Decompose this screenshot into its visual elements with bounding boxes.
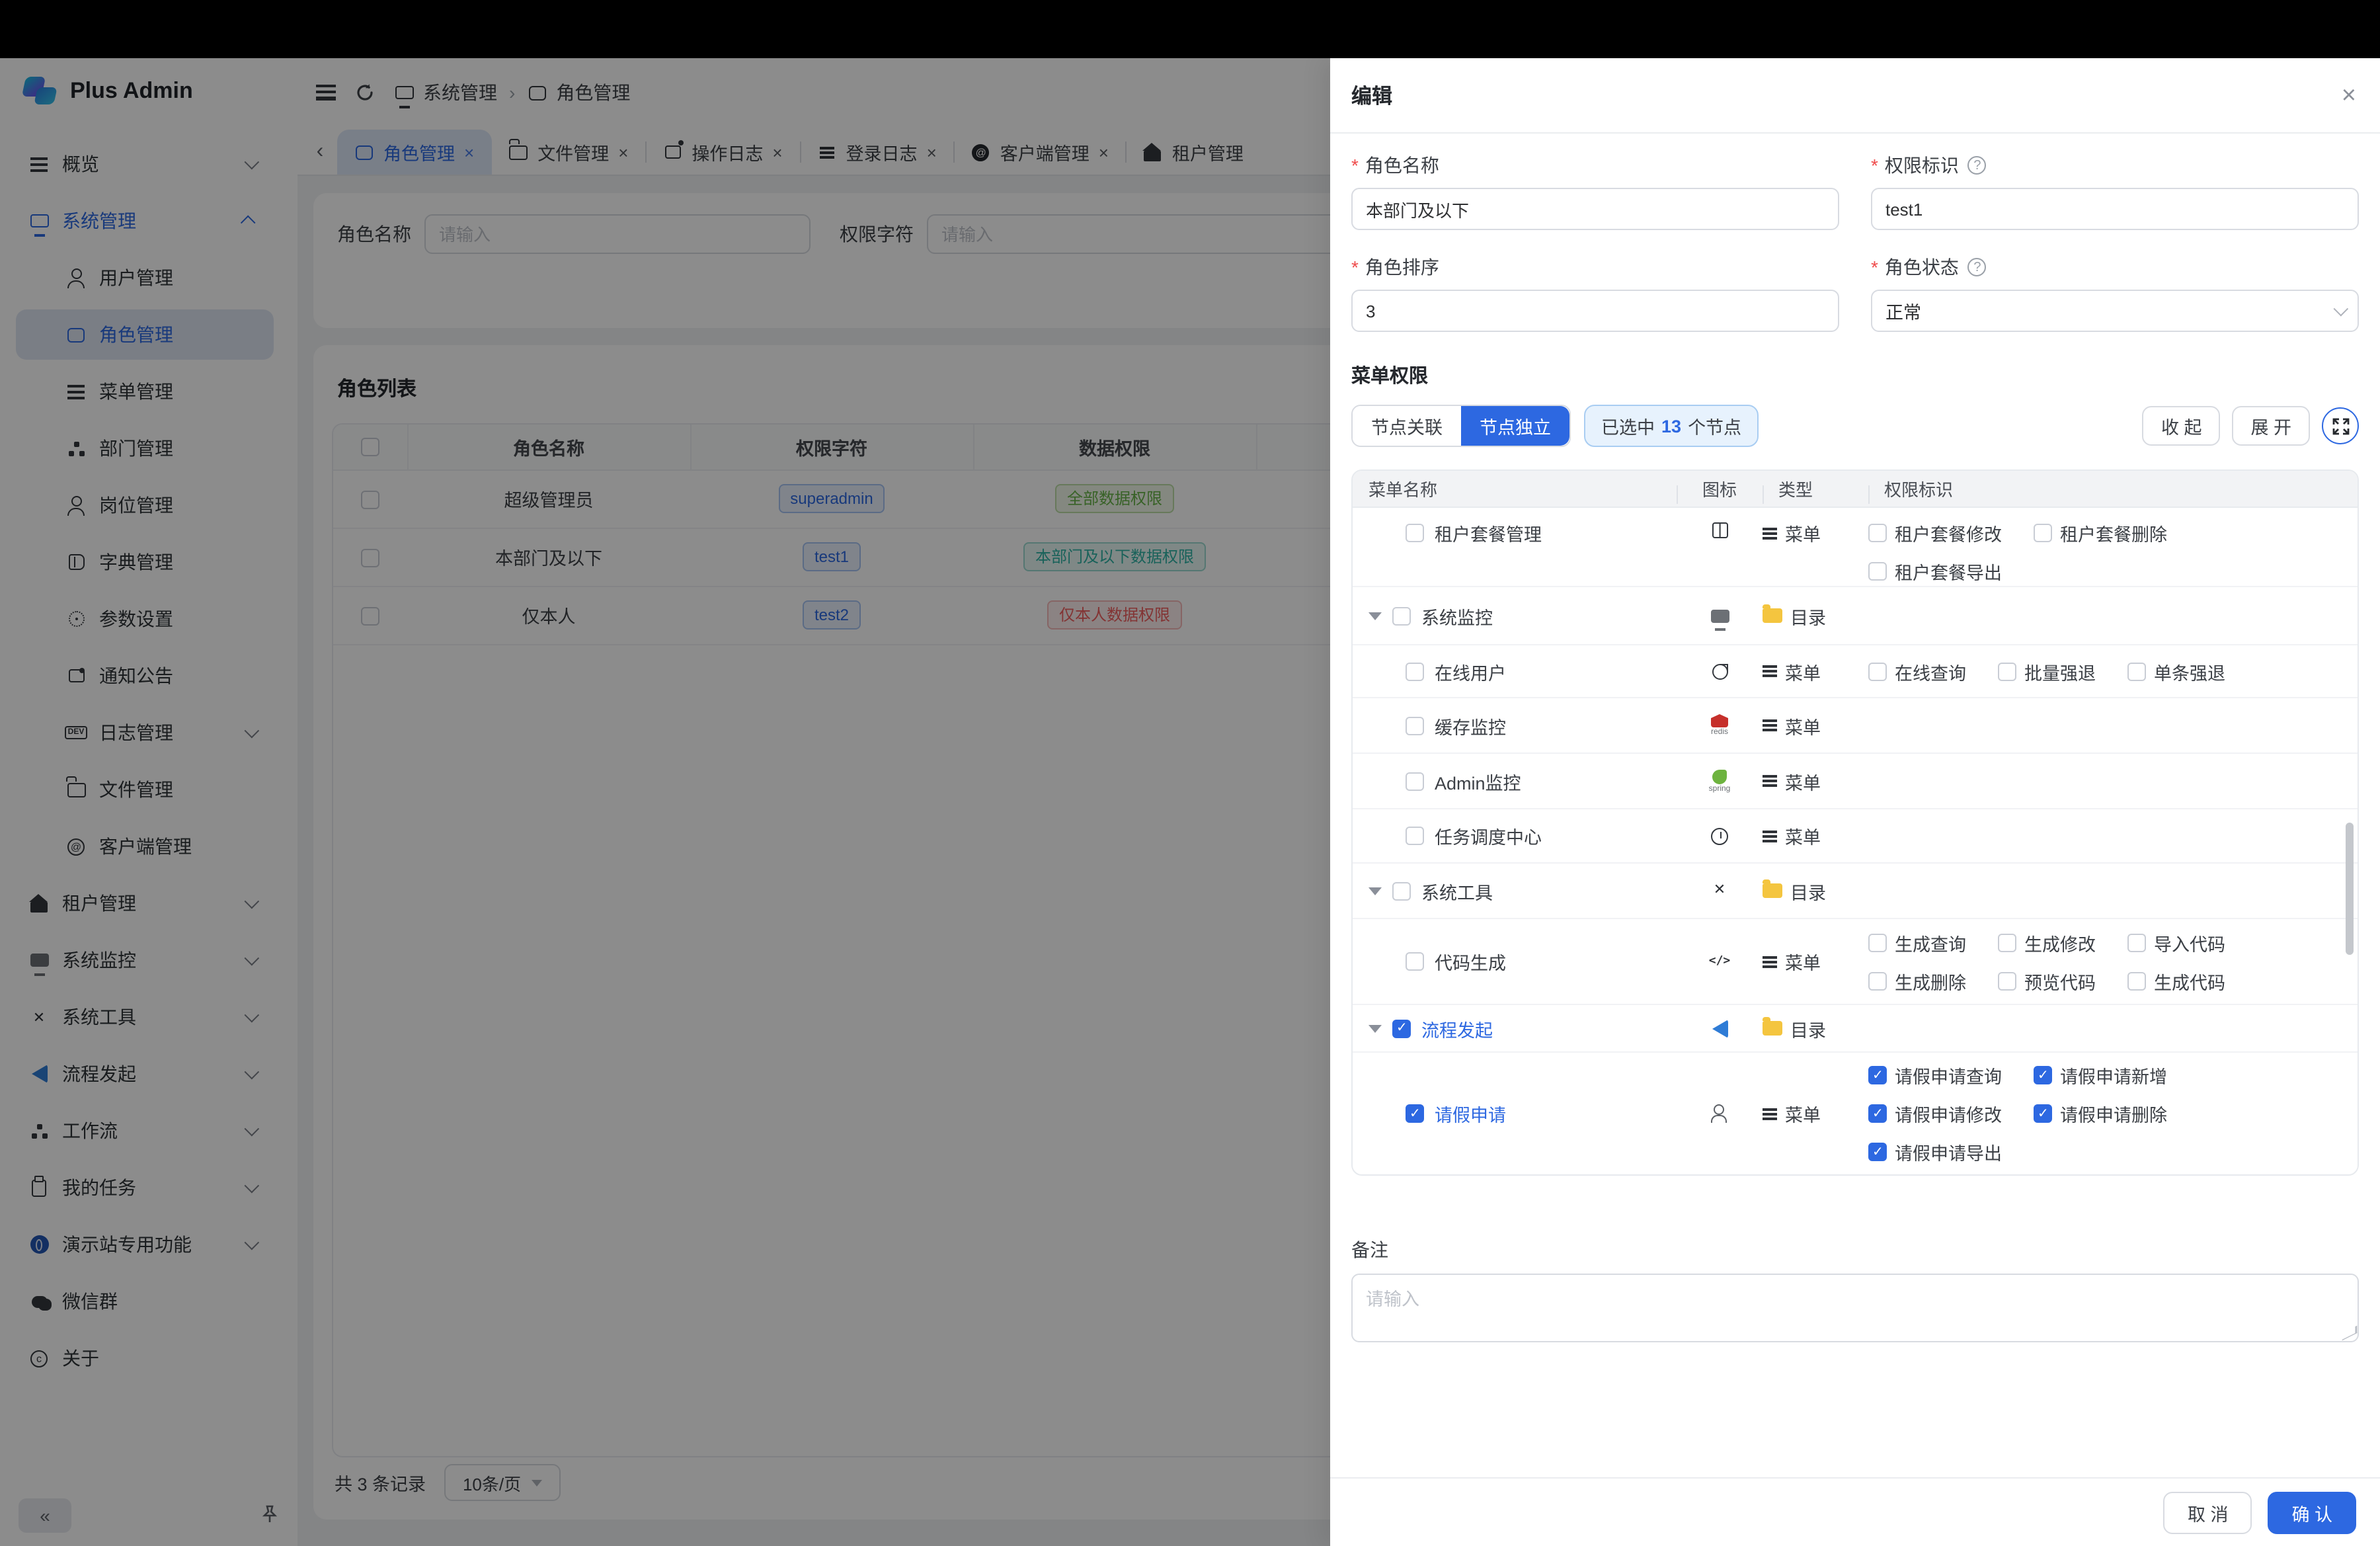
perm-checkbox-item[interactable]: 生成查询 <box>1868 929 1966 956</box>
tree-row: Admin监控 spring 菜单 <box>1353 754 2358 809</box>
role-name-input[interactable] <box>1351 188 1839 230</box>
tree-row: 系统监控 目录 <box>1353 587 2358 645</box>
tree-row: 在线用户 菜单 在线查询 批量强退 单条强退 <box>1353 645 2358 698</box>
tools-icon: ✕ <box>1710 881 1729 901</box>
menu-type-icon <box>1763 775 1777 787</box>
tree-checkbox[interactable] <box>1392 881 1411 900</box>
expand-arrow-icon[interactable] <box>1368 612 1382 620</box>
confirm-button[interactable]: 确 认 <box>2268 1491 2356 1533</box>
menu-type-icon <box>1763 527 1777 539</box>
perm-checkbox-item[interactable]: 租户套餐导出 <box>1868 558 2002 585</box>
tree-checkbox[interactable] <box>1406 662 1424 680</box>
expand-arrow-icon[interactable] <box>1368 887 1382 895</box>
menu-type-icon <box>1763 1108 1777 1119</box>
spring-icon <box>1712 769 1727 784</box>
help-icon[interactable]: ? <box>1968 258 1987 276</box>
menu-type-icon <box>1763 956 1777 967</box>
modal-overlay[interactable] <box>0 58 1330 1546</box>
tree-checkbox[interactable] <box>1392 606 1411 625</box>
code-icon: </> <box>1710 952 1729 971</box>
field-role-name: *角色名称 <box>1351 152 1839 230</box>
drawer-title: 编辑 <box>1351 81 1392 110</box>
perm-checkbox-item[interactable]: 请假申请新增 <box>2034 1062 2167 1088</box>
collapse-all-button[interactable]: 收 起 <box>2143 406 2221 446</box>
note-label: 备注 <box>1351 1237 2359 1263</box>
node-independent-option[interactable]: 节点独立 <box>1461 406 1569 446</box>
tree-row: 请假申请 菜单 请假申请查询 请假申请新增 请假申请修改 请假申请删除 请假申请… <box>1353 1053 2358 1176</box>
drawer-header: 编辑 × <box>1330 58 2380 134</box>
tree-row: 流程发起 目录 <box>1353 1005 2358 1053</box>
note-textarea[interactable] <box>1351 1274 2359 1342</box>
expand-all-button[interactable]: 展 开 <box>2232 406 2310 446</box>
perm-checkbox-item[interactable]: 批量强退 <box>1998 658 2096 684</box>
tree-checkbox[interactable] <box>1392 1019 1411 1037</box>
menu-type-icon <box>1763 830 1777 842</box>
perm-checkbox-item[interactable]: 生成代码 <box>2127 967 2225 994</box>
perm-checkbox-item[interactable]: 请假申请查询 <box>1868 1062 2002 1088</box>
cancel-button[interactable]: 取 消 <box>2164 1491 2252 1533</box>
tree-row: 代码生成 </> 菜单 生成查询 生成修改 导入代码 生成删除 预览代码 生成代… <box>1353 919 2358 1005</box>
folder-icon <box>1763 1021 1782 1036</box>
menu-permission-label: 菜单权限 <box>1351 361 2359 389</box>
field-role-sort: *角色排序 <box>1351 254 1839 332</box>
tree-row: 系统工具 ✕ 目录 <box>1353 864 2358 919</box>
vscode-icon <box>1710 1018 1729 1038</box>
redis-icon <box>1711 714 1728 727</box>
perm-checkbox-item[interactable]: 请假申请删除 <box>2034 1100 2167 1127</box>
folder-icon <box>1763 883 1782 898</box>
perm-key-input[interactable] <box>1871 188 2359 230</box>
menu-type-icon <box>1763 665 1777 677</box>
selected-count-badge: 已选中 13 个节点 <box>1584 405 1759 447</box>
tree-row: 任务调度中心 菜单 <box>1353 809 2358 864</box>
tree-row: 租户套餐管理 菜单 租户套餐修改 租户套餐删除 租户套餐导出 <box>1353 508 2358 587</box>
selected-count: 13 <box>1661 416 1681 436</box>
expand-arrow-icon[interactable] <box>1368 1024 1382 1032</box>
menu-permission-toolbar: 节点关联 节点独立 已选中 13 个节点 收 起 展 开 <box>1351 405 2359 447</box>
perm-checkbox-item[interactable]: 租户套餐修改 <box>1868 520 2002 546</box>
role-status-select[interactable]: 正常 <box>1871 290 2359 332</box>
perm-checkbox-item[interactable]: 预览代码 <box>1998 967 2096 994</box>
schedule-clock-icon <box>1710 826 1729 846</box>
perm-checkbox-item[interactable]: 导入代码 <box>2127 929 2225 956</box>
fullscreen-expand-button[interactable] <box>2322 407 2359 444</box>
menu-type-icon <box>1763 719 1777 731</box>
node-mode-segmented: 节点关联 节点独立 <box>1351 405 1571 447</box>
field-role-status: *角色状态? 正常 <box>1871 254 2359 332</box>
field-perm-key: *权限标识? <box>1871 152 2359 230</box>
tree-checkbox[interactable] <box>1406 524 1424 542</box>
menu-permission-tree: 菜单名称 图标 类型 权限标识 租户套餐管理 菜单 租户套餐修改 租户套餐删除 … <box>1351 469 2359 1176</box>
drawer-footer: 取 消 确 认 <box>1330 1477 2380 1546</box>
folder-icon <box>1763 608 1782 623</box>
tree-checkbox[interactable] <box>1406 772 1424 790</box>
perm-checkbox-item[interactable]: 生成删除 <box>1868 967 1966 994</box>
top-black-bar <box>0 0 2380 58</box>
online-icon <box>1710 661 1729 681</box>
role-sort-input[interactable] <box>1351 290 1839 332</box>
perm-checkbox-item[interactable]: 生成修改 <box>1998 929 2096 956</box>
tree-header: 菜单名称 图标 类型 权限标识 <box>1353 471 2358 508</box>
perm-checkbox-item[interactable]: 单条强退 <box>2127 658 2225 684</box>
tree-checkbox[interactable] <box>1406 827 1424 845</box>
tree-checkbox[interactable] <box>1406 952 1424 971</box>
perm-checkbox-item[interactable]: 租户套餐删除 <box>2034 520 2167 546</box>
tree-checkbox[interactable] <box>1406 716 1424 735</box>
leave-user-icon <box>1710 1104 1729 1123</box>
perm-checkbox-item[interactable]: 在线查询 <box>1868 658 1966 684</box>
close-icon[interactable]: × <box>2342 83 2356 108</box>
tree-scrollbar-thumb[interactable] <box>2346 823 2354 955</box>
package-icon <box>1710 520 1729 540</box>
node-linked-option[interactable]: 节点关联 <box>1353 406 1461 446</box>
perm-checkbox-item[interactable]: 请假申请修改 <box>1868 1100 2002 1127</box>
edit-drawer: 编辑 × *角色名称 *权限标识? *角色排序 *角色状态? <box>1330 58 2380 1546</box>
chevron-down-icon <box>2334 302 2349 317</box>
tree-row: 缓存监控 redis 菜单 <box>1353 698 2358 754</box>
perm-checkbox-item[interactable]: 请假申请导出 <box>1868 1139 2002 1165</box>
help-icon[interactable]: ? <box>1968 156 1987 175</box>
tree-checkbox[interactable] <box>1406 1104 1424 1123</box>
monitor-filled-icon <box>1710 606 1729 626</box>
drawer-body: *角色名称 *权限标识? *角色排序 *角色状态? 正常 <box>1330 134 2380 1477</box>
app-root: Plus Admin 概览 系统管理 用户管理 角色管理 菜单管理 部门管理 岗… <box>0 0 2380 1546</box>
